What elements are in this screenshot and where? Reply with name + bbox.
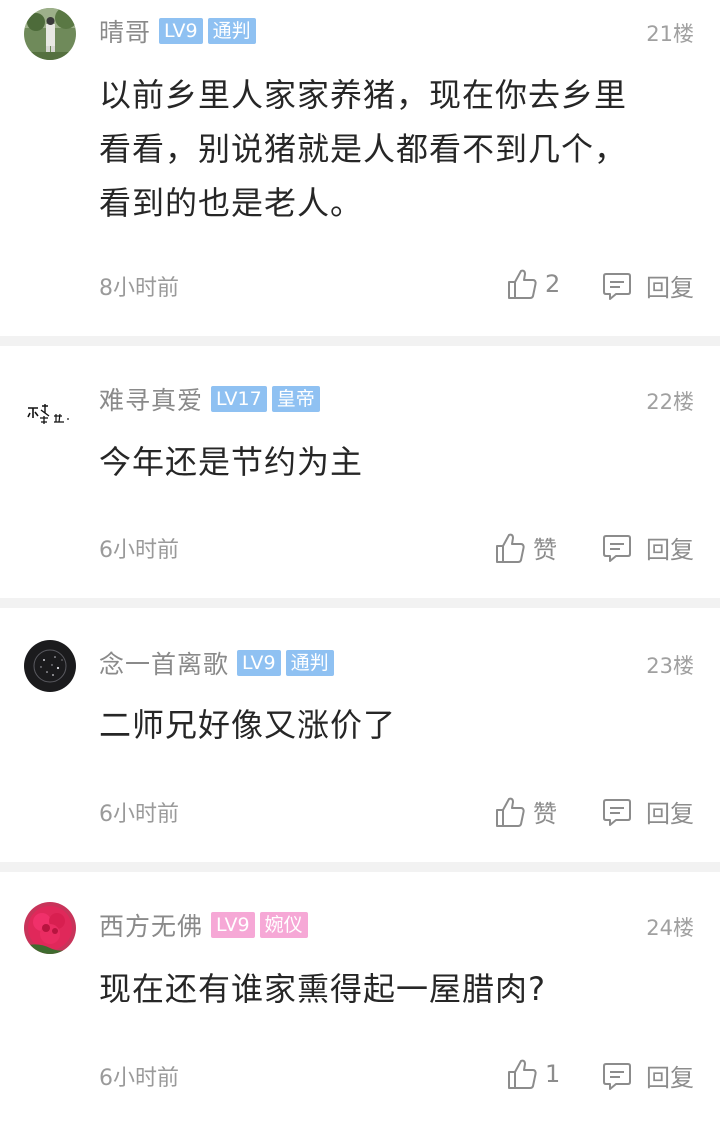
comment-text: 以前乡里人家家养猪，现在你去乡里 看看，别说猪就是人都看不到几个， 看到的也是老… [99, 68, 660, 230]
starry-dark-avatar-icon [24, 640, 76, 692]
level-badge: LV9 [237, 650, 281, 676]
user-info-row: 晴哥 LV9 通判 [99, 14, 261, 48]
red-flower-avatar-icon [24, 902, 76, 954]
thumbs-up-icon [508, 1059, 537, 1089]
comment-bubble-icon [603, 534, 631, 562]
comment-text-line: 看到的也是老人。 [99, 184, 364, 222]
reply-button[interactable]: 回复 [602, 530, 694, 565]
reply-button[interactable]: 回复 [602, 794, 694, 829]
timestamp: 6小时前 [99, 1066, 179, 1091]
user-info-row: 念一首离歌 LV9 通判 [99, 646, 339, 680]
like-button[interactable]: 1 [507, 1058, 560, 1090]
comment-list: 晴哥 LV9 通判 21楼 以前乡里人家家养猪，现在你去乡里 看看，别说猪就是人… [0, 0, 720, 1132]
username[interactable]: 晴哥 [99, 13, 151, 49]
user-info-row: 难寻真爱 LV17 皇帝 [99, 382, 325, 416]
comment-text: 今年还是节约为主 [99, 435, 660, 489]
username[interactable]: 念一首离歌 [99, 645, 229, 681]
title-badge: 通判 [285, 650, 334, 676]
floor-number: 24楼 [646, 916, 694, 940]
like-button[interactable]: 2 [507, 268, 560, 300]
like-count: 赞 [533, 800, 557, 828]
thumbs-up-icon [508, 269, 537, 299]
level-badge: LV17 [211, 386, 267, 412]
reply-label: 回复 [646, 274, 694, 302]
comment-text-line: 现在还有谁家熏得起一屋腊肉? [99, 970, 546, 1008]
title-badge: 婉仪 [259, 912, 308, 938]
timestamp: 6小时前 [99, 538, 179, 563]
comment-bubble-icon [603, 1062, 631, 1090]
comment-text-line: 以前乡里人家家养猪，现在你去乡里 [99, 76, 628, 114]
thumbs-up-icon [496, 797, 525, 827]
comment-text-line: 今年还是节约为主 [99, 443, 364, 481]
reply-label: 回复 [646, 1064, 694, 1092]
avatar[interactable] [24, 386, 76, 438]
timestamp: 6小时前 [99, 802, 179, 827]
floor-number: 22楼 [646, 390, 694, 414]
like-button[interactable]: 赞 [495, 794, 557, 829]
title-badge: 通判 [207, 18, 256, 44]
person-outdoor-avatar-icon [24, 8, 76, 60]
reply-label: 回复 [646, 536, 694, 564]
comment-item: 难寻真爱 LV17 皇帝 22楼 今年还是节约为主 6小时前 赞 回复 [0, 346, 720, 608]
avatar[interactable] [24, 8, 76, 60]
comment-bubble-icon [603, 798, 631, 826]
comment-item: 西方无佛 LV9 婉仪 24楼 现在还有谁家熏得起一屋腊肉? 6小时前 1 回复 [0, 872, 720, 1132]
calligraphy-avatar-icon [24, 386, 76, 438]
comment-text: 二师兄好像又涨价了 [99, 698, 660, 752]
avatar[interactable] [24, 640, 76, 692]
username[interactable]: 西方无佛 [99, 907, 203, 943]
username[interactable]: 难寻真爱 [99, 381, 203, 417]
reply-label: 回复 [646, 800, 694, 828]
comment-text-line: 二师兄好像又涨价了 [99, 706, 397, 744]
user-info-row: 西方无佛 LV9 婉仪 [99, 908, 313, 942]
level-badge: LV9 [211, 912, 255, 938]
reply-button[interactable]: 回复 [602, 1058, 694, 1093]
comment-item: 念一首离歌 LV9 通判 23楼 二师兄好像又涨价了 6小时前 赞 回复 [0, 608, 720, 872]
comment-text-line: 看看，别说猪就是人都看不到几个， [99, 130, 628, 168]
floor-number: 23楼 [646, 654, 694, 678]
avatar[interactable] [24, 902, 76, 954]
floor-number: 21楼 [646, 22, 694, 46]
like-button[interactable]: 赞 [495, 530, 557, 565]
like-count: 赞 [533, 536, 557, 564]
level-badge: LV9 [159, 18, 203, 44]
timestamp: 8小时前 [99, 276, 179, 301]
reply-button[interactable]: 回复 [602, 268, 694, 303]
comment-item: 晴哥 LV9 通判 21楼 以前乡里人家家养猪，现在你去乡里 看看，别说猪就是人… [0, 0, 720, 346]
thumbs-up-icon [496, 533, 525, 563]
like-count: 1 [545, 1060, 561, 1088]
comment-text: 现在还有谁家熏得起一屋腊肉? [99, 962, 660, 1016]
comment-bubble-icon [603, 272, 631, 300]
title-badge: 皇帝 [271, 386, 320, 412]
like-count: 2 [545, 270, 561, 298]
